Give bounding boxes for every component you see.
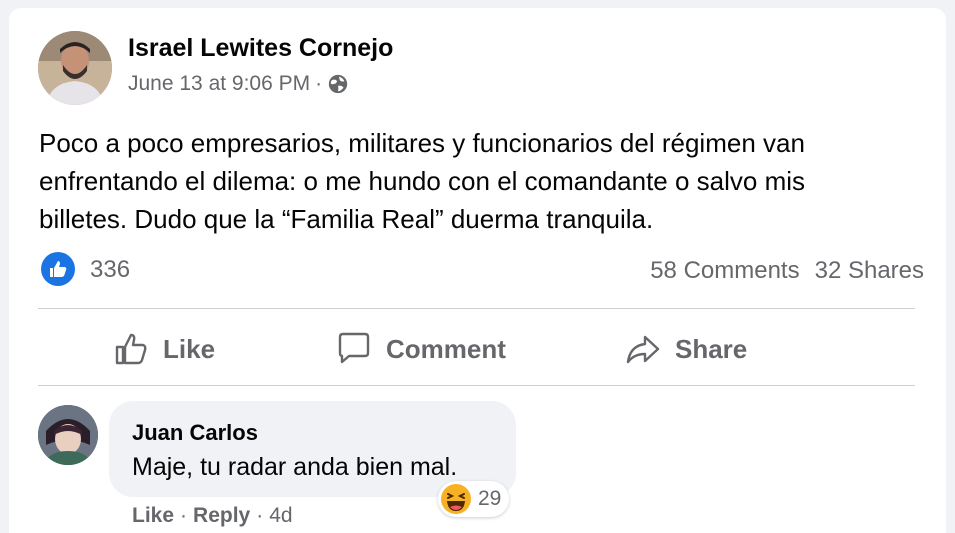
comments-count[interactable]: 58 Comments (650, 257, 799, 285)
like-label: Like (163, 333, 216, 364)
divider (38, 308, 915, 309)
meta-separator: · (315, 72, 323, 95)
thumbs-up-icon (115, 333, 147, 365)
comment-actions-separator: · (180, 504, 188, 527)
share-arrow-icon (626, 335, 660, 364)
post-text-line: enfrentando el dilema: o me hundo con el… (39, 166, 806, 196)
comment-label: Comment (386, 333, 506, 364)
post-body: Poco a poco empresarios, militares y fun… (39, 124, 919, 238)
post-timestamp[interactable]: June 13 at 9:06 PM (128, 72, 310, 96)
post-meta: June 13 at 9:06 PM · (128, 72, 349, 96)
post-text-line: billetes. Dudo que la “Familia Real” due… (39, 204, 654, 234)
engagement-counts: 58 Comments 32 Shares (650, 257, 924, 285)
comment-button[interactable]: Comment (336, 330, 506, 368)
reaction-count[interactable]: 336 (90, 256, 130, 284)
speech-bubble-icon (338, 332, 370, 364)
divider (38, 385, 915, 386)
comment-like-link[interactable]: Like (132, 504, 174, 528)
like-reaction-icon[interactable] (41, 252, 75, 286)
author-avatar[interactable] (38, 31, 112, 105)
comment-reply-link[interactable]: Reply (193, 504, 250, 528)
comment-actions-separator: · (256, 504, 264, 527)
commenter-avatar[interactable] (38, 405, 98, 465)
haha-emoji-icon (441, 484, 471, 514)
comment-actions: Like · Reply · 4d (132, 504, 293, 528)
share-button[interactable]: Share (625, 330, 747, 368)
post-author-name[interactable]: Israel Lewites Cornejo (128, 34, 393, 63)
globe-icon[interactable] (327, 73, 349, 95)
like-button[interactable]: Like (113, 330, 215, 368)
post-text-line: Poco a poco empresarios, militares y fun… (39, 128, 805, 158)
comment-reaction-summary[interactable]: 29 (438, 481, 510, 517)
comment-age[interactable]: 4d (269, 504, 292, 528)
share-label: Share (675, 333, 748, 364)
comment-text: Maje, tu radar anda bien mal. (132, 453, 458, 481)
comment-reaction-count: 29 (478, 487, 502, 510)
shares-count[interactable]: 32 Shares (815, 257, 924, 285)
commenter-name[interactable]: Juan Carlos (132, 420, 258, 446)
